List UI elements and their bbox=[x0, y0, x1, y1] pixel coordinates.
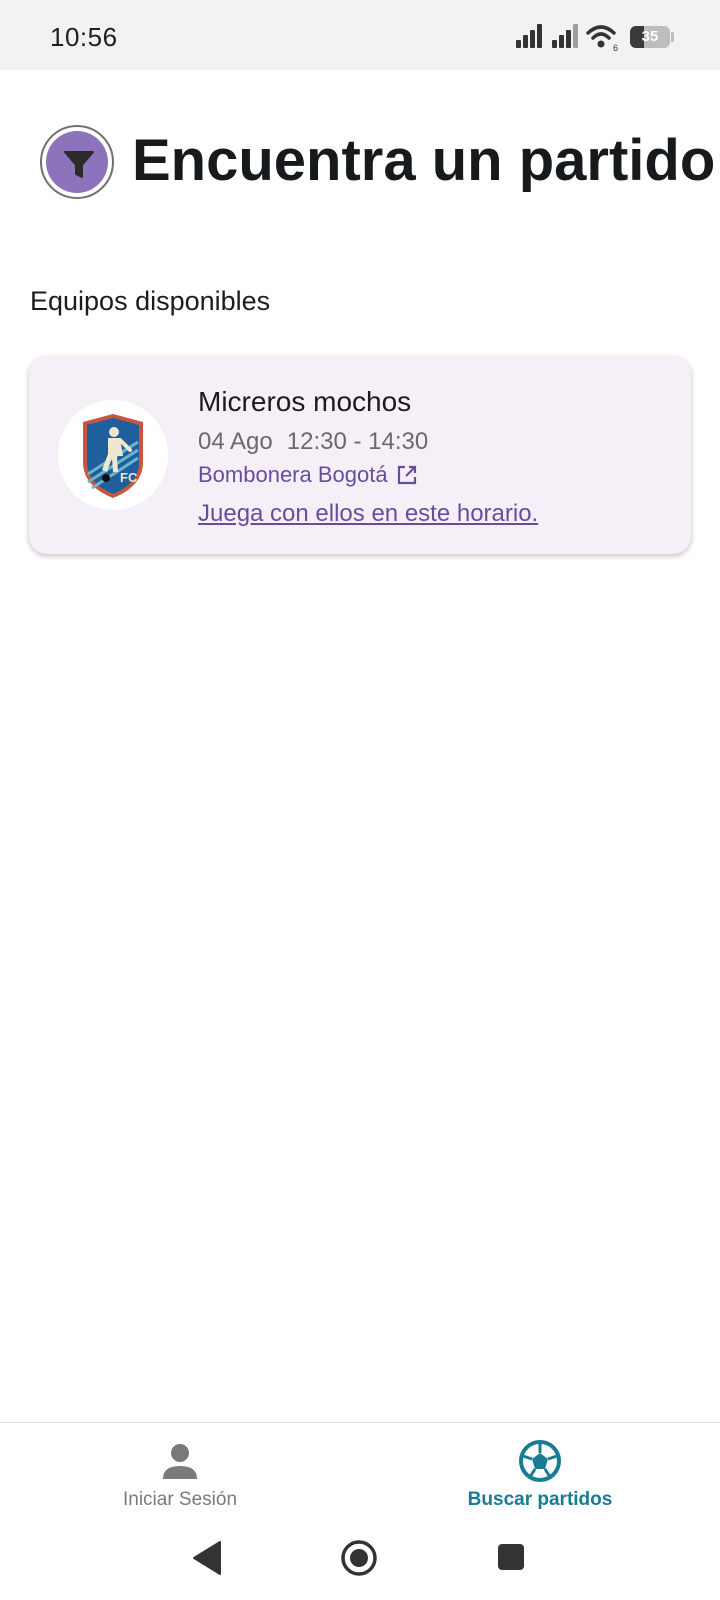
nav-item-search[interactable]: Buscar partidos bbox=[440, 1423, 640, 1523]
signal-icon bbox=[552, 24, 582, 48]
status-time: 10:56 bbox=[50, 22, 118, 52]
team-name: Micreros mochos bbox=[198, 386, 412, 417]
svg-text:6: 6 bbox=[613, 43, 618, 52]
match-hours: 12:30 - 14:30 bbox=[286, 428, 429, 455]
team-card[interactable]: FC Micreros mochos 04 Ago 12:30 - 14:30 B… bbox=[29, 356, 691, 554]
battery-level: 35 bbox=[641, 28, 659, 45]
nav-label-login: Iniciar Sesión bbox=[122, 1489, 238, 1510]
join-team-link[interactable]: Juega con ellos en este horario. bbox=[198, 500, 538, 528]
match-schedule: 04 Ago 12:30 - 14:30 bbox=[198, 428, 442, 456]
page-title: Encuentra un partido bbox=[132, 128, 716, 193]
filter-icon bbox=[64, 151, 94, 178]
nav-item-login[interactable]: Iniciar Sesión bbox=[80, 1423, 280, 1523]
section-title: Equipos disponibles bbox=[30, 286, 271, 316]
status-icons: 6 35 bbox=[516, 24, 676, 52]
open-external-icon bbox=[397, 465, 416, 485]
venue-link[interactable]: Bombonera Bogotá bbox=[198, 462, 418, 488]
screen: 10:56 6 35 Encuentra un partido Equipos … bbox=[0, 0, 720, 1600]
bottom-nav: Iniciar Sesión Buscar partidos bbox=[0, 1422, 720, 1522]
venue-name: Bombonera Bogotá bbox=[198, 462, 388, 487]
logo-text: FC bbox=[120, 470, 138, 485]
shield-crest-icon: FC bbox=[83, 414, 143, 498]
wifi-icon: 6 bbox=[586, 25, 618, 52]
filter-button[interactable] bbox=[40, 125, 114, 199]
recents-icon[interactable] bbox=[496, 1542, 526, 1572]
nav-label-search: Buscar partidos bbox=[467, 1489, 613, 1510]
signal-icon bbox=[516, 24, 546, 48]
team-logo: FC bbox=[58, 400, 168, 510]
match-date: 04 Ago bbox=[198, 428, 273, 455]
status-bar: 10:56 6 35 bbox=[0, 0, 720, 70]
header: Encuentra un partido bbox=[40, 125, 715, 199]
person-icon bbox=[163, 1444, 197, 1479]
soccer-ball-icon bbox=[519, 1440, 561, 1482]
battery-icon: 35 bbox=[630, 26, 670, 48]
back-icon[interactable] bbox=[190, 1540, 224, 1576]
home-icon[interactable] bbox=[339, 1538, 379, 1578]
system-nav-bar bbox=[0, 1522, 720, 1600]
